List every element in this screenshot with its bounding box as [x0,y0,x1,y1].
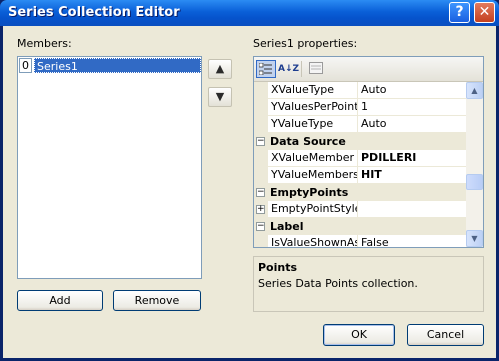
row-gutter [254,82,268,98]
property-grid-scrollbar[interactable]: ▲ ▼ [466,82,483,247]
property-name: YValueMembers [271,167,358,183]
property-name: XValueType [269,82,358,98]
description-title: Points [258,261,298,274]
property-name: YValueType [269,116,358,132]
property-name: YValuesPerPoint [271,99,358,115]
row-gutter [254,150,268,166]
category-row[interactable]: − Label [254,218,466,235]
row-gutter [254,116,268,132]
property-name: EmptyPointStyle [271,201,358,217]
scroll-down-arrow[interactable]: ▼ [466,230,483,247]
category-name: Data Source [270,135,346,148]
property-value[interactable]: HIT [359,167,466,183]
expand-icon[interactable]: + [256,205,265,214]
collapse-icon[interactable]: − [256,222,265,231]
add-button[interactable]: Add [17,290,103,311]
scroll-up-arrow[interactable]: ▲ [466,82,483,99]
property-row[interactable]: XValueType Auto [254,82,466,99]
category-row[interactable]: − Data Source [254,133,466,150]
row-gutter [254,99,268,115]
alphabetical-button[interactable]: A↓Z [278,60,300,78]
members-label: Members: [17,37,72,50]
ok-button[interactable]: OK [323,324,395,346]
property-value[interactable]: Auto [359,116,466,132]
window-title: Series Collection Editor [8,5,180,20]
categorized-icon [258,62,272,76]
property-pages-icon [309,62,323,74]
dialog-client-area: Members: 0 Series1 ▲ ▼ Add Remove Series… [3,26,496,358]
properties-label: Series1 properties: [253,37,358,50]
categorized-button[interactable] [256,60,276,78]
property-row[interactable]: YValuesPerPoint 1 [254,99,466,116]
property-pages-button[interactable] [306,60,326,78]
list-item-name[interactable]: Series1 [34,58,201,73]
property-value[interactable]: Auto [359,82,466,98]
property-value[interactable] [359,201,466,217]
category-name: EmptyPoints [270,186,349,199]
row-gutter: + [254,201,268,217]
help-button[interactable]: ? [449,2,470,23]
property-grid-toolbar: A↓Z [254,57,483,82]
close-button[interactable]: ✕ [474,2,495,23]
arrow-down-icon: ▼ [215,90,225,103]
remove-button[interactable]: Remove [113,290,201,311]
dialog-window: Series Collection Editor ? ✕ Members: 0 … [0,0,499,361]
members-list[interactable]: 0 Series1 [17,56,202,279]
property-name: IsValueShownAsLabel [269,235,358,247]
cancel-button[interactable]: Cancel [407,324,484,346]
category-row[interactable]: − EmptyPoints [254,184,466,201]
category-name: Label [270,220,304,233]
title-bar[interactable]: Series Collection Editor ? ✕ [0,0,499,26]
property-value[interactable]: 1 [359,99,466,115]
collapse-icon[interactable]: − [256,188,265,197]
move-down-button[interactable]: ▼ [208,87,232,107]
property-row[interactable]: YValueType Auto [254,116,466,133]
property-row[interactable]: IsValueShownAsLabel False [254,235,466,247]
property-name: XValueMember [269,150,358,166]
scroll-thumb[interactable] [466,174,483,190]
description-pane: Points Series Data Points collection. [253,256,484,312]
toolbar-separator [301,61,302,77]
alphabetical-icon: A↓Z [278,64,300,74]
move-up-button[interactable]: ▲ [208,59,232,79]
description-text: Series Data Points collection. [258,277,418,290]
property-row[interactable]: YValueMembers HIT [254,167,466,184]
list-item-index: 0 [19,58,32,73]
row-gutter [254,235,268,247]
property-row[interactable]: + EmptyPointStyle [254,201,466,218]
property-value[interactable]: PDILLERI [359,150,466,166]
collapse-icon[interactable]: − [256,137,265,146]
row-gutter [254,167,268,183]
arrow-up-icon: ▲ [215,62,225,75]
property-value[interactable]: False [359,235,466,247]
property-row[interactable]: XValueMember PDILLERI [254,150,466,167]
property-grid: A↓Z XValueType Auto YValuesPerPoint 1 YV… [253,56,484,248]
list-item[interactable]: 0 Series1 [19,58,201,73]
